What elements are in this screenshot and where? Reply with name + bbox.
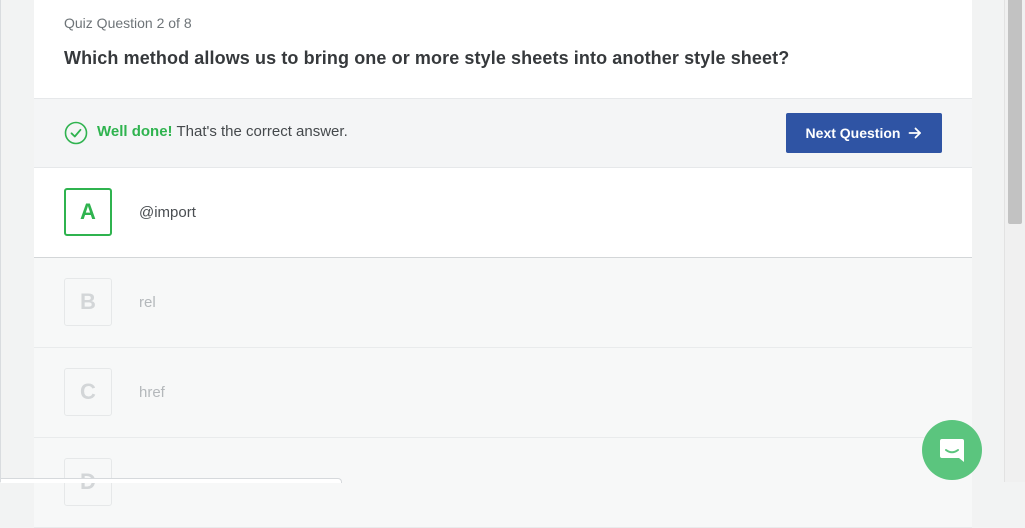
next-question-label: Next Question bbox=[805, 125, 901, 141]
question-text: Which method allows us to bring one or m… bbox=[64, 48, 790, 68]
question-header: Quiz Question 2 of 8 Which method allows… bbox=[34, 0, 972, 99]
option-letter-badge: B bbox=[64, 278, 112, 326]
bottom-popup-edge bbox=[1, 478, 342, 483]
answer-feedback-bar: Well done! That's the correct answer. Ne… bbox=[34, 99, 972, 168]
feedback-detail: That's the correct answer. bbox=[176, 123, 348, 140]
option-letter-badge: C bbox=[64, 368, 112, 416]
chat-launcher-button[interactable] bbox=[922, 420, 982, 480]
option-text: @import bbox=[139, 204, 196, 221]
check-circle-icon bbox=[64, 121, 88, 145]
answer-option-b[interactable]: B rel bbox=[34, 258, 972, 348]
answer-option-c[interactable]: C href bbox=[34, 348, 972, 438]
chat-bubble-icon bbox=[940, 439, 964, 462]
question-progress: Quiz Question 2 of 8 bbox=[64, 15, 192, 31]
quiz-card: Quiz Question 2 of 8 Which method allows… bbox=[34, 0, 972, 528]
answer-option-d[interactable]: D bbox=[34, 438, 972, 528]
answer-option-a[interactable]: A @import bbox=[34, 168, 972, 258]
scrollbar-thumb[interactable] bbox=[1008, 0, 1022, 224]
next-question-button[interactable]: Next Question bbox=[786, 113, 942, 153]
option-text: href bbox=[139, 384, 165, 401]
feedback-message: Well done! That's the correct answer. bbox=[97, 123, 348, 140]
arrow-right-icon bbox=[909, 127, 922, 139]
vertical-scrollbar[interactable] bbox=[1004, 0, 1025, 482]
feedback-status: Well done! bbox=[97, 123, 173, 140]
option-letter-badge: A bbox=[64, 188, 112, 236]
page-left-border bbox=[0, 0, 1, 482]
option-text: rel bbox=[139, 294, 156, 311]
